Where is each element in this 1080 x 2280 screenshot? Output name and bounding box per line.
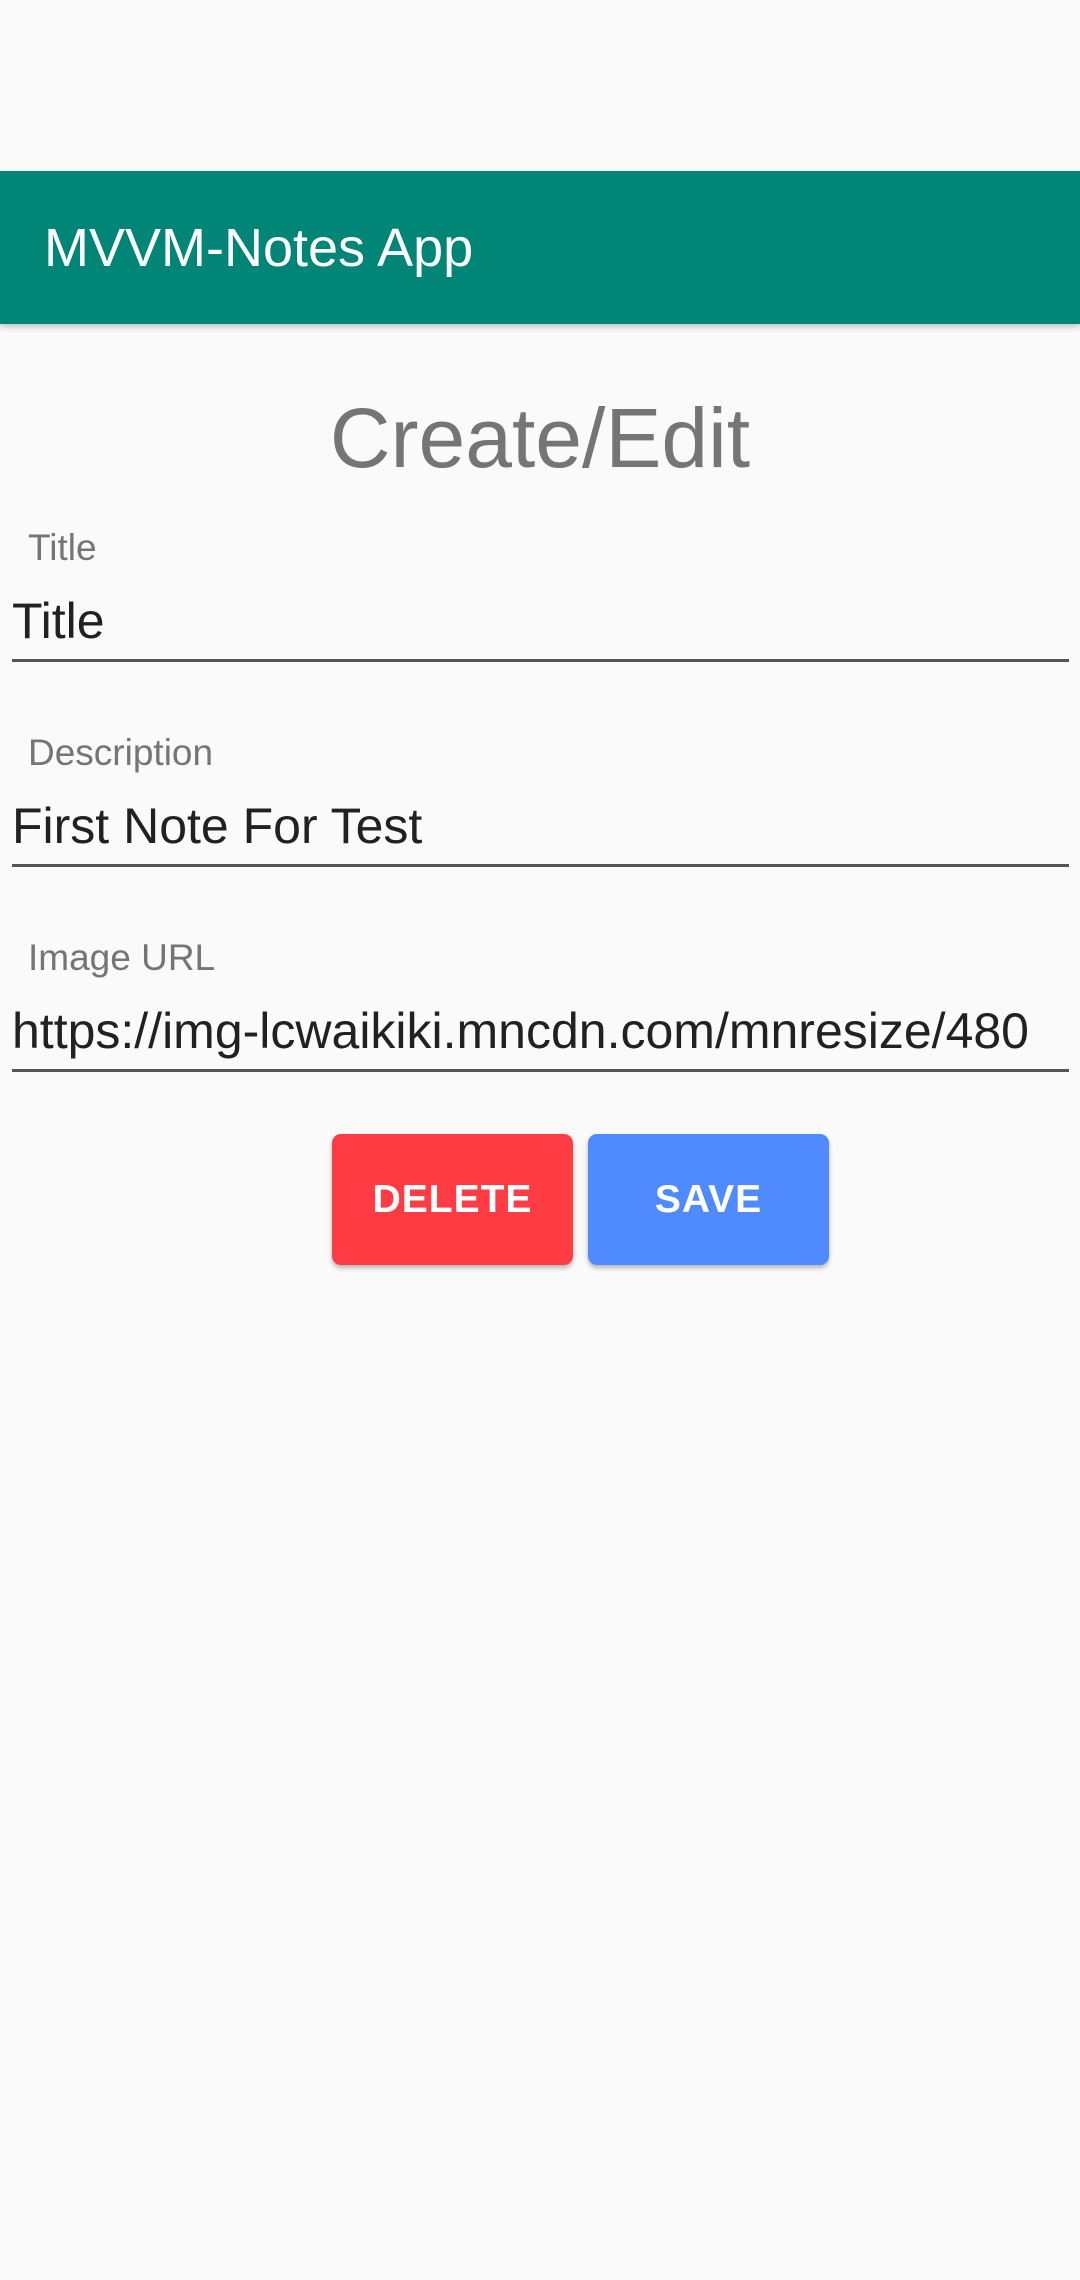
save-button[interactable]: SAVE bbox=[588, 1134, 829, 1265]
app-bar: MVVM-Notes App bbox=[0, 171, 1080, 324]
title-input[interactable]: Title bbox=[12, 588, 1069, 662]
screen: MVVM-Notes App Create/Edit Title Title D… bbox=[0, 0, 1080, 2280]
delete-button[interactable]: DELETE bbox=[332, 1134, 573, 1265]
image-url-input[interactable]: https://img-lcwaikiki.mncdn.com/mnresize… bbox=[12, 998, 1069, 1072]
title-field-label: Title bbox=[28, 527, 97, 568]
description-field-label: Description bbox=[28, 732, 214, 773]
app-title: MVVM-Notes App bbox=[44, 217, 474, 278]
description-input[interactable]: First Note For Test bbox=[12, 793, 1069, 867]
image-url-field-label: Image URL bbox=[28, 937, 216, 978]
page-heading: Create/Edit bbox=[329, 391, 751, 485]
status-bar bbox=[0, 0, 1080, 171]
